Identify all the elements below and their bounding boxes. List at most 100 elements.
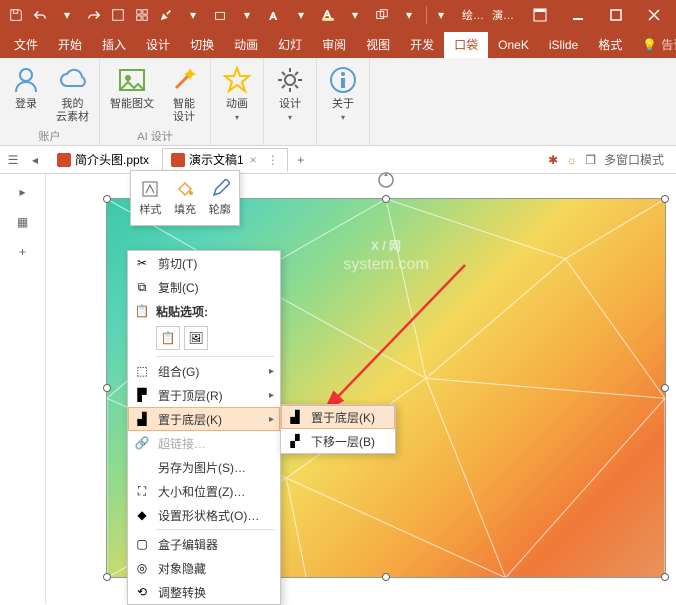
shape-dropdown[interactable]: ▾	[232, 8, 262, 22]
undo-dropdown[interactable]: ▾	[52, 8, 82, 22]
tab-format[interactable]: 格式	[588, 32, 632, 58]
add-slide-icon[interactable]: +	[13, 242, 33, 262]
cloud-material-button[interactable]: 我的 云素材	[54, 62, 91, 126]
scissors-icon: ✂	[134, 255, 150, 271]
ctx-object-hide[interactable]: ◎ 对象隐藏	[128, 556, 280, 580]
doctab-2[interactable]: 演示文稿1 × ⋮	[162, 148, 288, 172]
mini-fill-button[interactable]: 填充	[168, 173, 203, 223]
undo-icon[interactable]	[28, 3, 52, 27]
tab-tellme[interactable]: 💡告诉我…	[632, 32, 676, 58]
sub-send-backward[interactable]: ▞ 下移一层(B)	[281, 429, 395, 453]
close-icon[interactable]	[636, 1, 672, 29]
minimize-icon[interactable]	[560, 1, 596, 29]
autosave-icon[interactable]	[4, 3, 28, 27]
link-icon: 🔗	[134, 435, 150, 451]
handle-s[interactable]	[382, 573, 390, 581]
sun-icon[interactable]: ☼	[566, 153, 577, 167]
font-color-dropdown[interactable]: ▾	[340, 8, 370, 22]
paste-option-1[interactable]: 📋	[156, 326, 180, 350]
gear-small-icon[interactable]: ✱	[548, 153, 558, 167]
animation-button[interactable]: 动画 ▾	[219, 62, 255, 124]
tab-developer[interactable]: 开发	[400, 32, 444, 58]
multiwindow-label[interactable]: 多窗口模式	[604, 151, 664, 168]
new-slide-icon[interactable]	[106, 3, 130, 27]
brush-dropdown[interactable]: ▾	[178, 8, 208, 22]
tab-animation[interactable]: 动画	[224, 32, 268, 58]
expand-icon[interactable]: ▸	[13, 182, 33, 202]
handle-ne[interactable]	[661, 195, 669, 203]
handle-se[interactable]	[661, 573, 669, 581]
ctx-group[interactable]: ⬚ 组合(G) ▸	[128, 359, 280, 383]
doctab-1[interactable]: 简介头图.pptx	[48, 148, 158, 172]
tab-insert[interactable]: 插入	[92, 32, 136, 58]
layout-icon[interactable]	[130, 3, 154, 27]
tab-onekey[interactable]: OneK	[488, 32, 539, 58]
tab-options-icon[interactable]: ⋮	[263, 153, 279, 167]
handle-sw[interactable]	[103, 573, 111, 581]
login-button[interactable]: 登录	[8, 62, 44, 113]
user-icon	[10, 64, 42, 96]
settings-button[interactable]: 设计 ▾	[272, 62, 308, 124]
ctx-format-shape[interactable]: ◆ 设置形状格式(O)…	[128, 503, 280, 527]
title-hint-doc: 演…	[492, 7, 522, 23]
size-icon: ⛶	[134, 483, 150, 499]
chevron-right-icon: ▸	[269, 414, 274, 425]
ppt-icon	[171, 153, 185, 167]
ctx-box-editor[interactable]: ▢ 盒子编辑器	[128, 532, 280, 556]
text-dropdown[interactable]: ▾	[286, 8, 316, 22]
handle-w[interactable]	[103, 384, 111, 392]
smart-imgtext-button[interactable]: 智能图文	[108, 62, 156, 113]
shape-icon[interactable]	[208, 3, 232, 27]
arrange-dropdown[interactable]: ▾	[394, 8, 424, 22]
brush-icon[interactable]	[154, 3, 178, 27]
tab-nav-menu-icon[interactable]: ☰	[4, 151, 22, 169]
tab-nav-prev-icon[interactable]: ◂	[26, 151, 44, 169]
convert-icon: ⟲	[134, 584, 150, 600]
tab-review[interactable]: 审阅	[312, 32, 356, 58]
tab-close-icon[interactable]: ×	[248, 153, 259, 167]
ctx-hyperlink: 🔗 超链接…	[128, 431, 280, 455]
tab-slideshow[interactable]: 幻灯	[268, 32, 312, 58]
ppt-icon	[57, 153, 71, 167]
slide-panel: ▸ ▦ +	[0, 174, 46, 604]
handle-nw[interactable]	[103, 195, 111, 203]
hide-icon: ◎	[134, 560, 150, 576]
ctx-copy[interactable]: ⧉ 复制(C)	[128, 275, 280, 299]
font-color-icon[interactable]: A	[316, 3, 340, 27]
window-icon[interactable]: ❐	[585, 153, 596, 167]
ctx-send-back[interactable]: ▟ 置于底层(K) ▸	[128, 407, 280, 431]
ctx-cut[interactable]: ✂ 剪切(T)	[128, 251, 280, 275]
wand-icon	[168, 64, 200, 96]
paste-option-2[interactable]: 🖼	[184, 326, 208, 350]
tab-islide[interactable]: iSlide	[539, 32, 588, 58]
rotate-handle-icon[interactable]	[377, 171, 395, 189]
outline-icon[interactable]: ▦	[13, 212, 33, 232]
text-icon[interactable]: A	[262, 3, 286, 27]
ribbon-group-animation: 动画 ▾	[211, 58, 264, 145]
qat-custom-icon[interactable]: ▾	[429, 3, 453, 27]
arrange-icon[interactable]	[370, 3, 394, 27]
handle-n[interactable]	[382, 195, 390, 203]
mini-style-button[interactable]: 样式	[133, 173, 168, 223]
tab-transition[interactable]: 切换	[180, 32, 224, 58]
tab-design[interactable]: 设计	[136, 32, 180, 58]
watermark: X / 网 system.com	[343, 239, 428, 275]
ctx-size-pos[interactable]: ⛶ 大小和位置(Z)…	[128, 479, 280, 503]
redo-icon[interactable]	[82, 3, 106, 27]
tab-file[interactable]: 文件	[4, 32, 48, 58]
tab-view[interactable]: 视图	[356, 32, 400, 58]
ctx-bring-front[interactable]: ▛ 置于顶层(R) ▸	[128, 383, 280, 407]
about-button[interactable]: 关于 ▾	[325, 62, 361, 124]
tab-pocket[interactable]: 口袋	[444, 32, 488, 58]
handle-e[interactable]	[661, 384, 669, 392]
sub-send-back[interactable]: ▟ 置于底层(K)	[281, 405, 395, 429]
maximize-icon[interactable]	[598, 1, 634, 29]
tab-add-icon[interactable]: +	[292, 151, 310, 169]
mini-outline-button[interactable]: 轮廓	[202, 173, 237, 223]
ctx-adjust-convert[interactable]: ⟲ 调整转换	[128, 580, 280, 604]
ctx-save-as-pic[interactable]: 另存为图片(S)…	[128, 455, 280, 479]
ribbon-options-icon[interactable]	[522, 1, 558, 29]
send-back-icon: ▟	[287, 409, 303, 425]
tab-home[interactable]: 开始	[48, 32, 92, 58]
smart-design-button[interactable]: 智能 设计	[166, 62, 202, 126]
